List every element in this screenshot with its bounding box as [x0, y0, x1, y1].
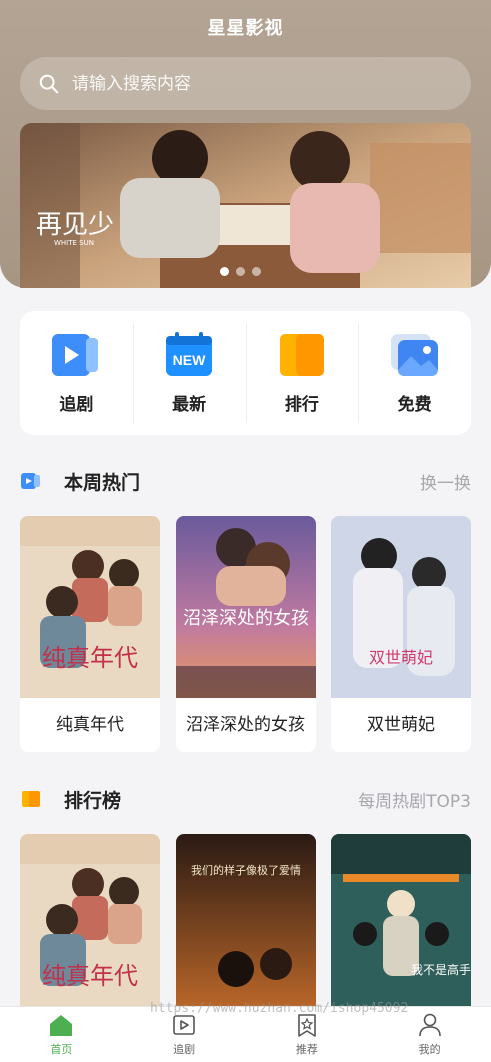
ranking-card[interactable]: 我不是高手 — [331, 834, 471, 1009]
tab-label: 追剧 — [173, 1043, 196, 1056]
play-video-icon — [21, 473, 40, 489]
new-badge: NEW — [173, 352, 206, 368]
tab-label: 推荐 — [295, 1043, 318, 1056]
quick-nav-ranking[interactable]: 排行 — [245, 311, 359, 435]
app-title: 星星影视 — [207, 18, 284, 39]
search-icon — [39, 74, 59, 93]
image-icon — [390, 333, 438, 376]
poster-title: 沼泽深处的女孩 — [183, 608, 309, 629]
tab-home[interactable]: 首页 — [0, 1007, 123, 1062]
quick-nav-label: 排行 — [284, 394, 319, 415]
section-title: 本周热门 — [64, 471, 141, 494]
banner-dot[interactable] — [236, 267, 245, 276]
quick-nav-follow[interactable]: 追剧 — [20, 311, 133, 435]
drama-title: 纯真年代 — [56, 715, 124, 735]
banner-image: 再见少 WHITE SUN — [20, 123, 471, 288]
poster-title: 纯真年代 — [42, 644, 138, 672]
poster-image: 纯真年代 — [20, 516, 160, 698]
ranking-card[interactable]: 我们的样子像极了爱情 — [175, 834, 316, 1009]
ranking-subtitle[interactable]: 每周热剧TOP3 — [358, 787, 471, 812]
banner-caption-en: WHITE SUN — [54, 239, 94, 247]
drama-card[interactable]: 双世萌妃 双世萌妃 — [331, 516, 471, 752]
poster-image: 我们的样子像极了爱情 — [175, 834, 316, 1009]
tab-label: 我的 — [418, 1043, 441, 1056]
tab-label: 首页 — [50, 1043, 73, 1056]
quick-nav-label: 免费 — [397, 394, 432, 415]
refresh-link[interactable]: 换一换 — [420, 469, 471, 494]
poster-image: 纯真年代 — [20, 834, 160, 1009]
section-weekly-hot-header: 本周热门 换一换 — [20, 466, 471, 496]
quick-nav-free[interactable]: 免费 — [358, 311, 471, 435]
search-input[interactable] — [72, 73, 432, 94]
user-icon — [418, 1013, 441, 1037]
section-ranking-header: 排行榜 每周热剧TOP3 — [20, 784, 471, 814]
banner-dot[interactable] — [220, 267, 229, 276]
ranking-icon — [279, 333, 324, 376]
new-calendar-icon: NEW — [166, 331, 213, 376]
banner-dot[interactable] — [252, 267, 261, 276]
poster-title: 纯真年代 — [42, 962, 138, 990]
drama-title: 沼泽深处的女孩 — [186, 715, 305, 735]
banner-caption: 再见少 — [36, 210, 114, 240]
banner-carousel[interactable]: 再见少 WHITE SUN — [20, 123, 471, 288]
poster-image: 我不是高手 — [331, 834, 471, 1009]
banner-dots[interactable] — [220, 267, 261, 276]
quick-nav-label: 最新 — [172, 394, 207, 415]
poster-title: 我不是高手 — [411, 962, 471, 977]
poster-title: 双世萌妃 — [369, 648, 433, 667]
drama-card[interactable]: 纯真年代 纯真年代 — [20, 516, 160, 752]
ranking-card[interactable]: 纯真年代 — [20, 834, 160, 1009]
quick-nav-label: 追剧 — [59, 394, 94, 415]
poster-image: 双世萌妃 — [331, 516, 471, 698]
ranking-icon — [22, 791, 40, 807]
play-video-icon — [52, 333, 99, 376]
home-icon — [50, 1015, 73, 1036]
ranking-list: 纯真年代 我们的样子像极了爱情 我不是高手 — [20, 834, 471, 1009]
watermark: https://www.huzhan.com/ishop45092 — [150, 1001, 409, 1016]
weekly-hot-list: 纯真年代 纯真年代 沼泽深处的女孩 沼泽深处的女孩 双世萌妃 双世萌妃 — [20, 516, 471, 752]
poster-image: 沼泽深处的女孩 — [175, 516, 316, 698]
drama-card[interactable]: 沼泽深处的女孩 沼泽深处的女孩 — [175, 516, 316, 752]
search-bar[interactable] — [20, 57, 471, 110]
drama-title: 双世萌妃 — [367, 715, 435, 735]
quick-nav: 追剧 NEW 最新 排行 免费 — [20, 311, 471, 435]
quick-nav-newest[interactable]: NEW 最新 — [132, 311, 246, 435]
section-title: 排行榜 — [64, 789, 122, 812]
poster-title: 我们的样子像极了爱情 — [191, 863, 301, 877]
